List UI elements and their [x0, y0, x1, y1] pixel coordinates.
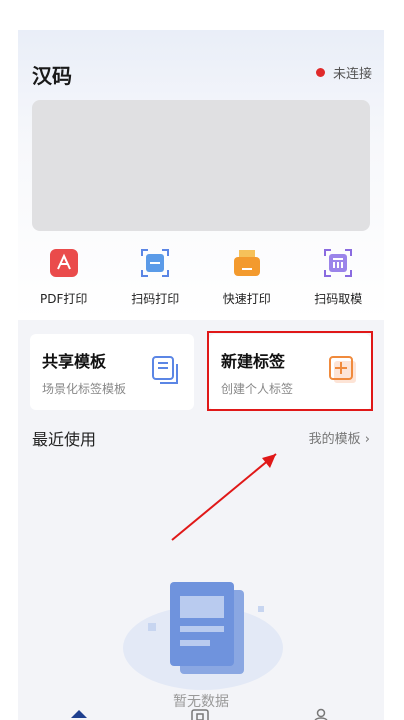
bottom-tab-bar [18, 708, 384, 720]
app-screen: 汉码 未连接 PDF打印 扫码打印 快速打印 扫码取模 共享模板 场景化标签模板… [18, 30, 384, 720]
connection-status[interactable]: 未连接 [315, 63, 372, 82]
card-title: 共享模板 [42, 352, 107, 371]
quick-action-label: 扫码打印 [131, 292, 180, 306]
quick-action-label: PDF打印 [40, 292, 88, 306]
banner-placeholder[interactable] [32, 100, 370, 231]
scan-template-icon [323, 248, 353, 278]
scan-print-icon [140, 248, 170, 278]
quick-action-fast-print[interactable]: 快速打印 [201, 248, 293, 318]
my-templates-label: 我的模板 [308, 432, 361, 447]
connection-status-text: 未连接 [332, 67, 372, 82]
shared-templates-card[interactable]: 共享模板 场景化标签模板 [30, 334, 194, 410]
quick-action-scan-print[interactable]: 扫码打印 [110, 248, 202, 318]
status-dot-icon [315, 68, 325, 77]
profile-tab-icon[interactable] [314, 708, 328, 720]
quick-action-label: 扫码取模 [314, 292, 363, 306]
recent-section-title: 最近使用 [32, 430, 97, 449]
quick-action-scan-template[interactable]: 扫码取模 [293, 248, 385, 318]
empty-state-illustration [123, 582, 283, 690]
template-stack-icon [150, 354, 182, 386]
quick-action-pdf-print[interactable]: PDF打印 [18, 248, 110, 318]
printer-icon [232, 248, 262, 278]
home-tab-icon[interactable] [70, 708, 88, 720]
card-subtitle: 场景化标签模板 [42, 382, 127, 396]
my-templates-link[interactable]: 我的模板 › [309, 428, 370, 447]
quick-action-label: 快速打印 [222, 292, 271, 306]
pdf-icon [49, 248, 79, 278]
templates-tab-icon[interactable] [191, 708, 209, 720]
quick-actions: PDF打印 扫码打印 快速打印 扫码取模 [18, 248, 384, 318]
highlight-box [207, 331, 373, 411]
annotation-arrow-icon [171, 453, 277, 541]
chevron-right-icon: › [364, 432, 370, 447]
app-title: 汉码 [32, 64, 72, 88]
